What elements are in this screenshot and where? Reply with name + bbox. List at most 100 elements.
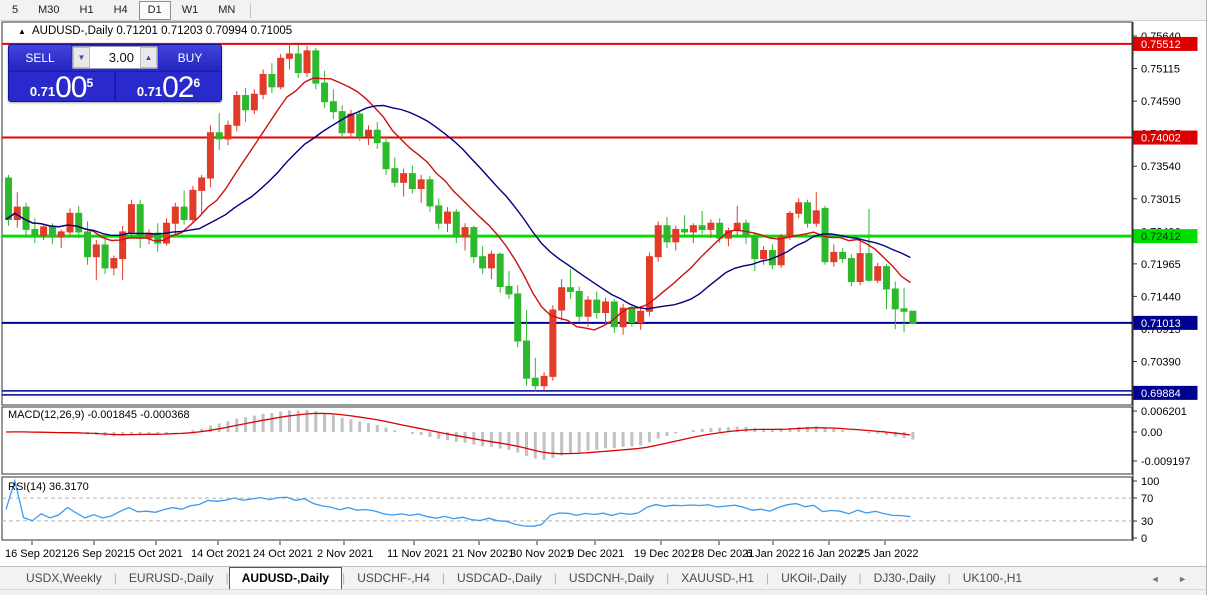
terminal-window: 5M30H1H4D1W1MN 0.756400.751150.745900.74… (0, 0, 1207, 595)
candle (584, 299, 592, 317)
svg-text:30: 30 (1141, 516, 1153, 528)
candle (31, 228, 39, 237)
candle (391, 168, 399, 183)
candle (198, 177, 206, 191)
candle (760, 250, 768, 260)
candle (321, 82, 329, 103)
candle (277, 57, 285, 88)
candle (66, 212, 74, 233)
candle (84, 231, 92, 258)
candle (242, 95, 250, 111)
candle (338, 111, 346, 134)
candle (206, 132, 214, 179)
chart-tab-usdchf-h4[interactable]: USDCHF-,H4 (345, 568, 442, 589)
chart-tab-eurusd-daily[interactable]: EURUSD-,Daily (117, 568, 226, 589)
date-axis: 16 Sep 2021 26 Sep 2021 5 Oct 2021 14 Oct 2… (5, 541, 919, 560)
svg-text:0.00: 0.00 (1141, 427, 1162, 439)
price-level-label-0.72412[interactable]: 0.72412 (1133, 229, 1198, 244)
volume-decrease-button[interactable]: ▼ (73, 47, 90, 68)
macd-label: MACD(12,26,9) -0.001845 -0.000368 (8, 409, 190, 421)
candle (426, 179, 434, 207)
candle (215, 132, 223, 140)
buy-price-prefix: 0.71 (136, 84, 163, 99)
svg-text:0.71965: 0.71965 (1141, 259, 1181, 271)
candle (874, 266, 882, 281)
sell-price-big: 00 (55, 71, 87, 102)
buy-price-display[interactable]: 0.71 02 6 (116, 72, 221, 102)
candle (57, 231, 65, 238)
candle (417, 179, 425, 190)
candle (830, 251, 838, 263)
timeframe-button-M30[interactable]: M30 (29, 1, 68, 20)
date-label: 26 Sep 2021 (67, 548, 129, 560)
date-label: 24 Oct 2021 (253, 548, 313, 560)
candle (637, 310, 645, 323)
svg-text:0.71440: 0.71440 (1141, 291, 1181, 303)
timeframe-button-5[interactable]: 5 (3, 1, 27, 20)
date-label: 16 Jan 2022 (802, 548, 863, 560)
timeframe-toolbar: 5 M30 H1 H4 D1 W1 MN (0, 0, 1206, 21)
volume-increase-button[interactable]: ▲ (140, 47, 157, 68)
date-label: 25 Jan 2022 (858, 548, 919, 560)
date-label: 30 Nov 2021 (510, 548, 572, 560)
toolbar-separator (250, 2, 252, 18)
price-level-label-0.74002[interactable]: 0.74002 (1133, 130, 1198, 145)
candle (461, 227, 469, 238)
tab-scroll-arrows[interactable]: ◄ ► (1151, 574, 1195, 589)
date-label: 16 Sep 2021 (5, 548, 67, 560)
status-bar (0, 589, 1206, 595)
timeframe-button-D1[interactable]: D1 (138, 0, 171, 20)
svg-text:0: 0 (1141, 533, 1147, 545)
timeframe-button-H4[interactable]: H4 (105, 1, 137, 20)
chart-tab-ukoil-daily[interactable]: UKOil-,Daily (769, 568, 858, 589)
candle (593, 299, 601, 314)
timeframe-button-H1[interactable]: H1 (71, 1, 103, 20)
svg-text:0.72412: 0.72412 (1141, 231, 1181, 243)
price-level-label-0.69884[interactable]: 0.69884 (1133, 385, 1198, 400)
candle (294, 53, 302, 74)
timeframe-button-W1[interactable]: W1 (173, 1, 208, 20)
candle (883, 266, 890, 290)
candle (602, 301, 610, 314)
candle (347, 113, 355, 134)
volume-input[interactable]: 3.00 (90, 47, 140, 68)
candle (224, 124, 232, 140)
timeframe-button-MN[interactable]: MN (209, 1, 244, 20)
chart-tab-audusd-daily[interactable]: AUDUSD-,Daily (228, 567, 343, 589)
svg-text:0.75512: 0.75512 (1141, 39, 1181, 51)
candle (40, 226, 48, 237)
chart-tab-usdcnh-daily[interactable]: USDCNH-,Daily (557, 568, 666, 589)
sell-price-prefix: 0.71 (29, 84, 56, 99)
candle (865, 253, 873, 281)
candle (909, 310, 917, 324)
candle (531, 377, 539, 387)
one-click-trading-panel: SELL ▼ 3.00 ▲ BUY 0.71 00 5 0.71 02 6 (8, 44, 222, 102)
candle (364, 129, 372, 137)
sell-button[interactable]: SELL (9, 45, 71, 71)
candle (452, 211, 460, 238)
chart-tab-usdx-weekly[interactable]: USDX,Weekly (14, 568, 114, 589)
candle (610, 301, 618, 328)
candle (566, 287, 574, 292)
candle (505, 285, 513, 295)
chart-tab-usdcad-daily[interactable]: USDCAD-,Daily (445, 568, 554, 589)
buy-price-big: 02 (162, 71, 194, 102)
buy-price-sup: 6 (193, 76, 201, 90)
candle (786, 212, 794, 238)
candle (777, 236, 785, 266)
svg-text:0.69884: 0.69884 (1141, 388, 1181, 400)
svg-text:0.73540: 0.73540 (1141, 161, 1181, 173)
price-level-label-0.75512[interactable]: 0.75512 (1133, 36, 1198, 51)
chart-tab-uk100-h1[interactable]: UK100-,H1 (951, 568, 1034, 589)
buy-button[interactable]: BUY (159, 45, 221, 71)
one-click-panel-toggle-icon[interactable]: ▲ (18, 27, 26, 36)
candle (171, 206, 179, 224)
chart-tab-dj30-daily[interactable]: DJ30-,Daily (862, 568, 948, 589)
candle (742, 222, 750, 238)
chart-tab-xauusd-h1[interactable]: XAUUSD-,H1 (669, 568, 766, 589)
svg-text:0.006201: 0.006201 (1141, 406, 1187, 418)
sell-price-display[interactable]: 0.71 00 5 (9, 71, 116, 102)
date-label: 19 Dec 2021 (634, 548, 696, 560)
price-level-label-0.71013[interactable]: 0.71013 (1133, 315, 1198, 330)
candle (839, 251, 847, 260)
